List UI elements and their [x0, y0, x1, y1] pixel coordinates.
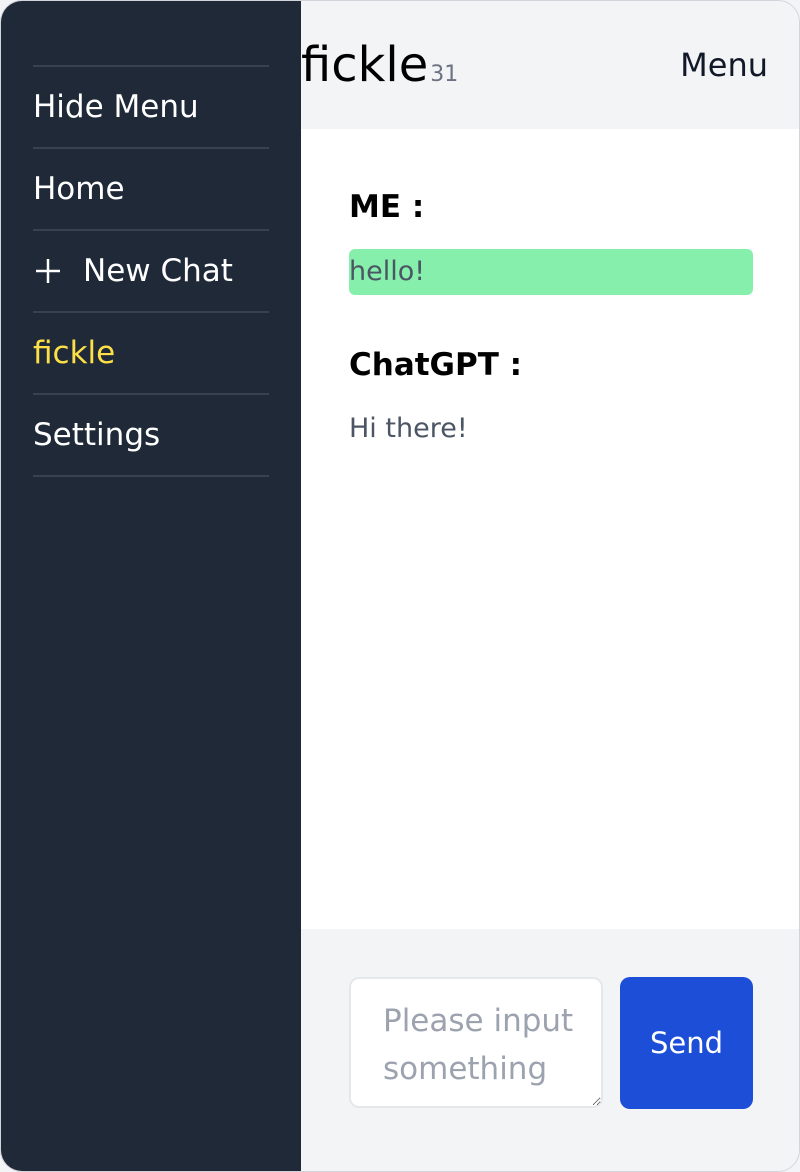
sidebar: Hide Menu Home New Chat fickle Settings	[1, 1, 301, 1171]
chat-count-badge: 31	[430, 62, 459, 87]
assistant-message: Hi there!	[349, 413, 468, 444]
message-input[interactable]	[349, 977, 603, 1108]
header: fickle31 Menu	[301, 1, 799, 129]
sidebar-item-label: Hide Menu	[33, 89, 199, 125]
page-title: fickle31	[301, 35, 458, 105]
input-bar: Send	[301, 929, 799, 1171]
user-message-bubble: hello!	[349, 249, 753, 295]
plus-icon	[33, 256, 63, 286]
sidebar-item-label: Home	[33, 171, 125, 207]
sidebar-item-label: Settings	[33, 417, 161, 453]
message-sender-me: ME :	[349, 189, 425, 225]
message-sender-chatgpt: ChatGPT :	[349, 347, 523, 383]
sidebar-list: Hide Menu Home New Chat fickle Settings	[33, 65, 269, 477]
sidebar-item-label: fickle	[33, 335, 116, 371]
sidebar-item-settings[interactable]: Settings	[33, 395, 269, 477]
chat-area: ME : hello! ChatGPT : Hi there!	[301, 129, 799, 929]
app-window: Hide Menu Home New Chat fickle Settings	[0, 0, 800, 1172]
sidebar-item-new-chat[interactable]: New Chat	[33, 231, 269, 313]
sidebar-item-hide-menu[interactable]: Hide Menu	[33, 67, 269, 149]
sidebar-item-fickle[interactable]: fickle	[33, 313, 269, 395]
send-button[interactable]: Send	[620, 977, 753, 1109]
menu-button[interactable]: Menu	[680, 45, 768, 85]
sidebar-item-home[interactable]: Home	[33, 149, 269, 231]
sidebar-item-label: New Chat	[83, 253, 233, 289]
page-title-text: fickle	[301, 37, 429, 93]
